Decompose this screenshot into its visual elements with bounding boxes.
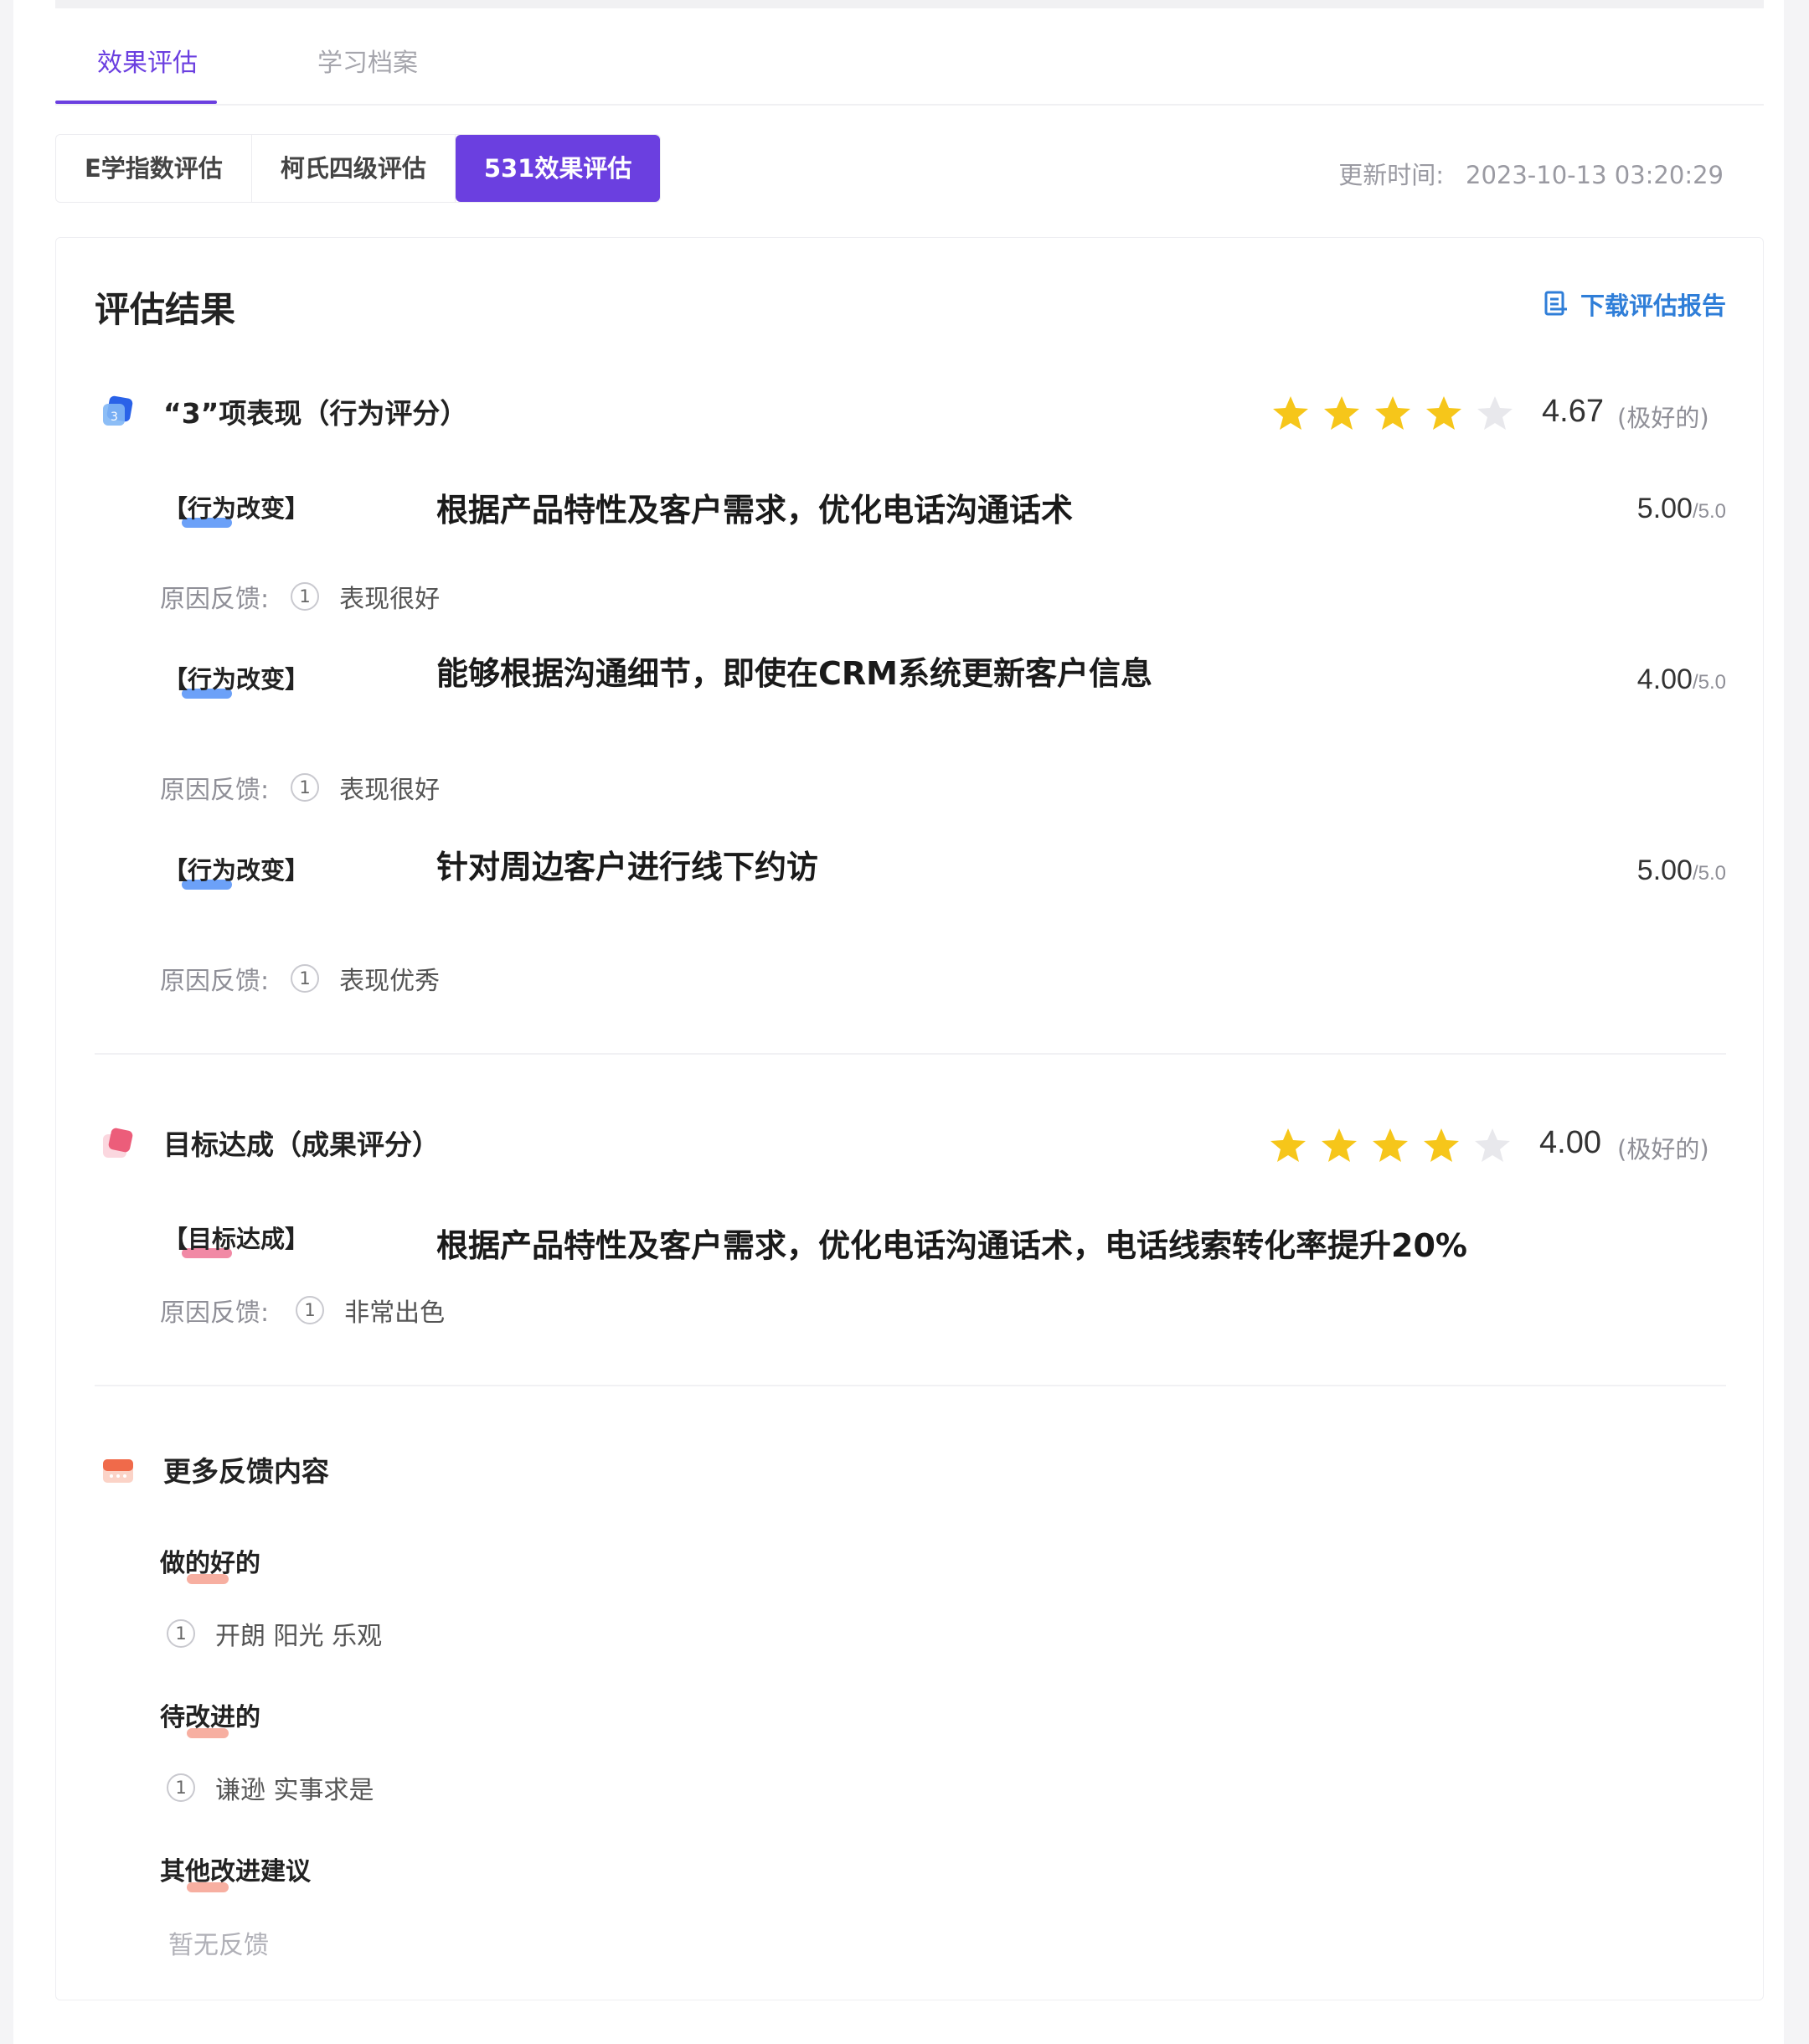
evaluation-type-switch: E学指数评估 柯氏四级评估 531效果评估 — [55, 134, 662, 203]
score-max: /5.0 — [1692, 671, 1726, 694]
goal-item-tag: 【目标达成】 — [163, 1220, 310, 1258]
star-icon — [1324, 396, 1359, 430]
behavior-item-1-reason: 原因反馈: 1 表现很好 — [160, 578, 440, 615]
score-max: /5.0 — [1692, 862, 1726, 885]
behavior-section-title: “3”项表现（行为评分） — [163, 397, 468, 430]
star-icon — [1424, 1128, 1459, 1162]
good-points-label: 做的好的 — [160, 1549, 260, 1578]
reason-number: 1 — [296, 1296, 325, 1324]
blue-cube-icon: 3 — [103, 395, 133, 426]
tab-effect-evaluation[interactable]: 效果评估 — [97, 42, 198, 79]
reason-text: 表现优秀 — [339, 967, 441, 996]
star-icon — [1322, 1128, 1357, 1162]
item-text: 开朗 阳光 乐观 — [215, 1622, 383, 1651]
segment-531[interactable]: 531效果评估 — [455, 135, 661, 202]
score-value: 5.00 — [1636, 493, 1693, 524]
goal-section-title: 目标达成（成果评分） — [163, 1128, 440, 1161]
reason-label: 原因反馈: — [160, 776, 270, 805]
section-divider — [95, 1385, 1726, 1386]
behavior-item-1-tag: 【行为改变】 — [163, 489, 310, 528]
evaluation-result-card: 评估结果 下载评估报告 3 “3”项表现（行为评分） 4.67 (极好的) 【行… — [55, 237, 1764, 2000]
main-tabs: 效果评估 学习档案 — [55, 25, 1764, 106]
tag-label: 【目标达成】 — [163, 1225, 310, 1253]
item-text: 谦逊 实事求是 — [215, 1776, 374, 1805]
reason-label: 原因反馈: — [160, 967, 270, 996]
update-time: 更新时间: 2023-10-13 03:20:29 — [1338, 156, 1724, 191]
pink-cube-icon — [103, 1128, 133, 1158]
behavior-score: 4.67 — [1542, 394, 1604, 429]
star-icon — [1375, 396, 1410, 430]
behavior-item-2-score: 4.00/5.0 — [1637, 663, 1726, 696]
reason-text: 表现很好 — [339, 776, 441, 805]
other-suggestions-empty: 暂无反馈 — [168, 1931, 269, 1960]
active-tab-indicator — [55, 101, 217, 104]
good-points-item: 1 开朗 阳光 乐观 — [167, 1615, 382, 1652]
tag-label: 【行为改变】 — [163, 665, 310, 694]
download-report-button[interactable]: 下载评估报告 — [1544, 286, 1726, 322]
card-title: 评估结果 — [95, 289, 236, 330]
star-icon — [1373, 1128, 1408, 1162]
reason-number: 1 — [291, 964, 320, 993]
score-max: /5.0 — [1692, 500, 1726, 523]
segment-e-index[interactable]: E学指数评估 — [56, 135, 252, 202]
reason-text: 非常出色 — [344, 1298, 446, 1328]
behavior-item-3-text: 针对周边客户进行线下约访 — [436, 849, 819, 885]
download-report-label: 下载评估报告 — [1580, 292, 1726, 320]
document-icon — [1544, 291, 1567, 316]
tag-label: 【行为改变】 — [163, 856, 310, 885]
other-suggestions-title: 其他改进建议 — [160, 1850, 311, 1892]
behavior-item-1-text: 根据产品特性及客户需求，优化电话沟通话术 — [436, 492, 1074, 529]
reason-number: 1 — [291, 773, 320, 802]
update-time-value: 2023-10-13 03:20:29 — [1466, 161, 1724, 189]
reason-label: 原因反馈: — [160, 585, 270, 614]
more-feedback-title: 更多反馈内容 — [163, 1455, 329, 1488]
reason-label: 原因反馈: — [160, 1298, 270, 1328]
goal-item-reason: 原因反馈: 1 非常出色 — [160, 1292, 445, 1329]
other-suggestions-label: 其他改进建议 — [160, 1857, 311, 1887]
behavior-item-2-tag: 【行为改变】 — [163, 660, 310, 699]
goal-score-desc: (极好的) — [1617, 1135, 1709, 1164]
item-number: 1 — [167, 1773, 195, 1802]
behavior-item-3-score: 5.00/5.0 — [1637, 854, 1726, 887]
to-improve-item: 1 谦逊 实事求是 — [167, 1769, 374, 1806]
top-strip — [55, 0, 1764, 8]
update-time-label: 更新时间: — [1338, 161, 1444, 189]
score-value: 5.00 — [1636, 854, 1693, 886]
behavior-item-1-score: 5.00/5.0 — [1637, 493, 1726, 525]
star-icon — [1270, 1128, 1306, 1162]
tag-label: 【行为改变】 — [163, 494, 310, 523]
section-divider — [95, 1053, 1726, 1055]
reason-text: 表现很好 — [339, 585, 441, 614]
star-icon — [1426, 396, 1461, 430]
goal-rating-stars — [1268, 1126, 1523, 1166]
star-icon — [1273, 396, 1308, 430]
item-number: 1 — [167, 1619, 195, 1648]
page: 效果评估 学习档案 E学指数评估 柯氏四级评估 531效果评估 更新时间: 202… — [13, 0, 1784, 2044]
behavior-item-2-text: 能够根据沟通细节，即使在CRM系统更新客户信息 — [436, 655, 1152, 692]
behavior-item-2-reason: 原因反馈: 1 表现很好 — [160, 769, 440, 806]
to-improve-title: 待改进的 — [160, 1696, 260, 1738]
behavior-score-desc: (极好的) — [1617, 404, 1709, 432]
behavior-item-3-tag: 【行为改变】 — [163, 851, 310, 890]
star-icon — [1477, 396, 1513, 430]
reason-number: 1 — [291, 582, 320, 611]
star-icon — [1475, 1128, 1510, 1162]
segment-kirkpatrick[interactable]: 柯氏四级评估 — [252, 135, 456, 202]
goal-item-text: 根据产品特性及客户需求，优化电话沟通话术，电话线索转化率提升20% — [436, 1227, 1467, 1264]
red-card-icon — [103, 1459, 133, 1483]
behavior-rating-stars — [1270, 394, 1526, 434]
behavior-item-3-reason: 原因反馈: 1 表现优秀 — [160, 960, 440, 997]
to-improve-label: 待改进的 — [160, 1703, 260, 1732]
score-value: 4.00 — [1636, 663, 1693, 695]
svg-text:3: 3 — [111, 410, 118, 424]
good-points-title: 做的好的 — [160, 1542, 260, 1584]
tab-learning-archive[interactable]: 学习档案 — [317, 42, 418, 79]
goal-score: 4.00 — [1539, 1125, 1601, 1160]
